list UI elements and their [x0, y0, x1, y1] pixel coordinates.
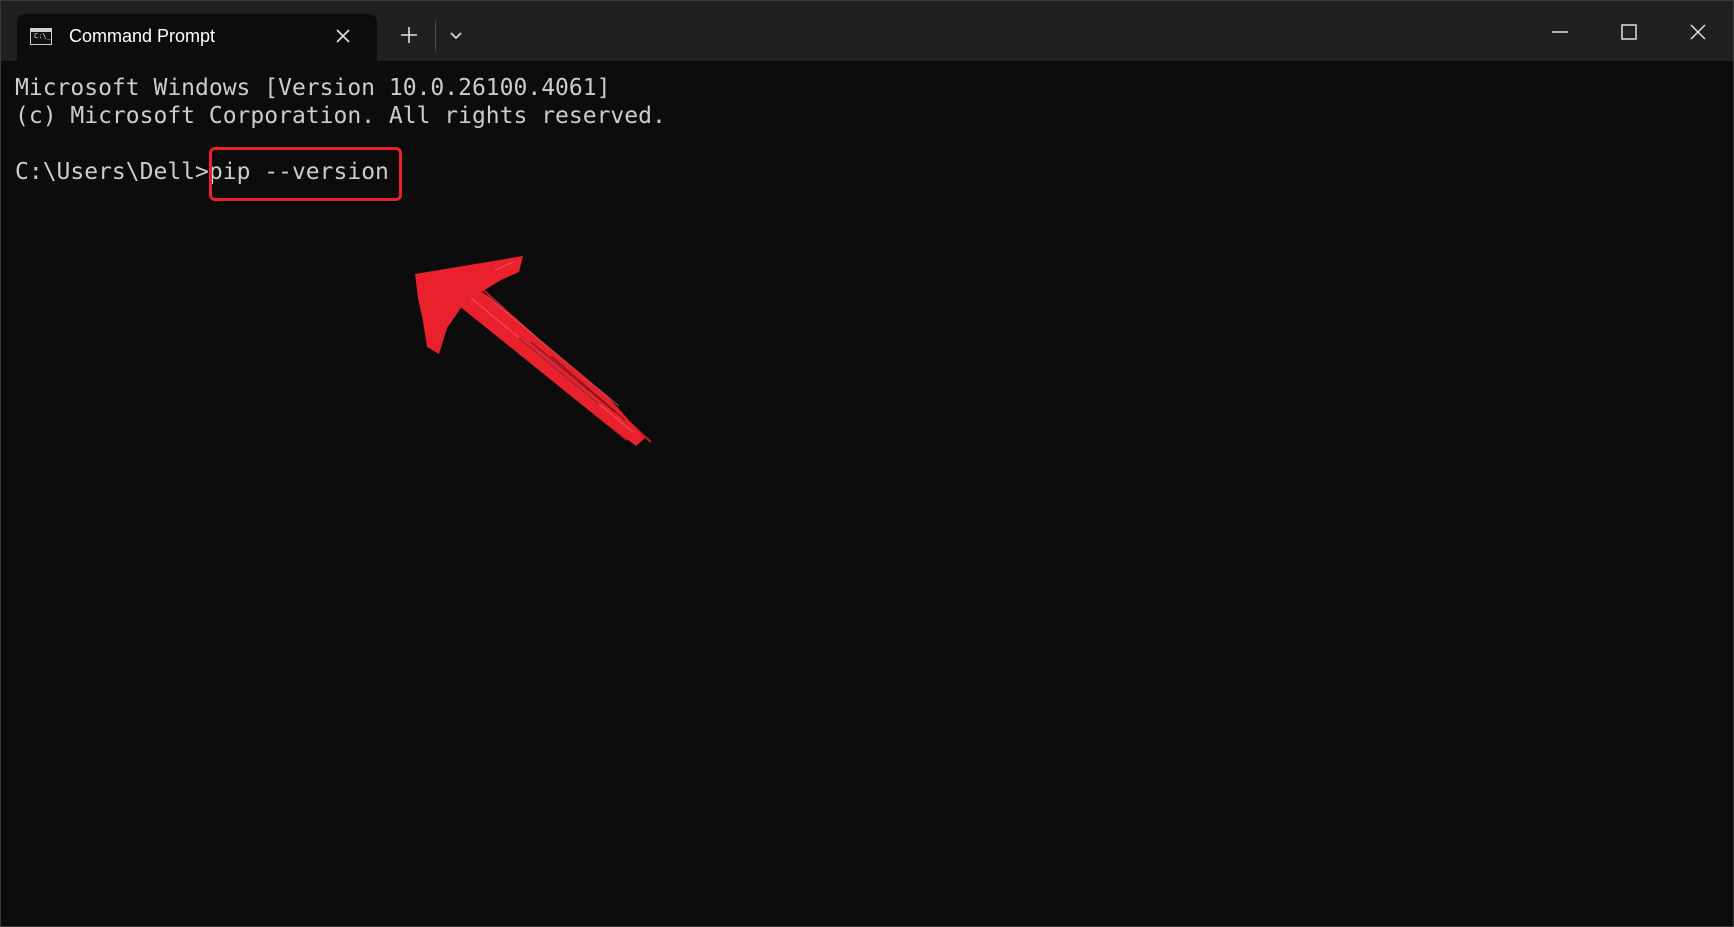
title-bar: C:\_ Command Prompt	[1, 1, 1733, 61]
tab-separator	[435, 21, 436, 51]
close-icon	[1690, 24, 1706, 40]
prompt-path: C:\Users\Dell>	[15, 159, 209, 185]
maximize-icon	[1621, 24, 1637, 40]
version-line: Microsoft Windows [Version 10.0.26100.40…	[15, 75, 611, 101]
tab-dropdown-button[interactable]	[445, 25, 467, 47]
console-output[interactable]: Microsoft Windows [Version 10.0.26100.40…	[1, 61, 1733, 926]
chevron-down-icon	[450, 32, 462, 40]
close-window-button[interactable]	[1685, 19, 1711, 45]
tab-close-button[interactable]	[331, 24, 355, 48]
maximize-button[interactable]	[1616, 19, 1642, 45]
tab-command-prompt[interactable]: C:\_ Command Prompt	[17, 14, 377, 61]
terminal-window: C:\_ Command Prompt Microsoft Windows [V…	[0, 0, 1734, 927]
close-icon	[336, 29, 350, 43]
new-tab-button[interactable]	[397, 23, 421, 47]
plus-icon	[401, 27, 417, 43]
copyright-line: (c) Microsoft Corporation. All rights re…	[15, 103, 666, 129]
minimize-icon	[1552, 31, 1568, 33]
scrollbar-track[interactable]	[1730, 61, 1733, 926]
red-arrow-annotation	[415, 256, 652, 446]
terminal-icon: C:\_	[30, 28, 52, 45]
minimize-button[interactable]	[1547, 19, 1573, 45]
tab-title: Command Prompt	[69, 26, 216, 46]
command-highlight-box	[209, 147, 402, 201]
